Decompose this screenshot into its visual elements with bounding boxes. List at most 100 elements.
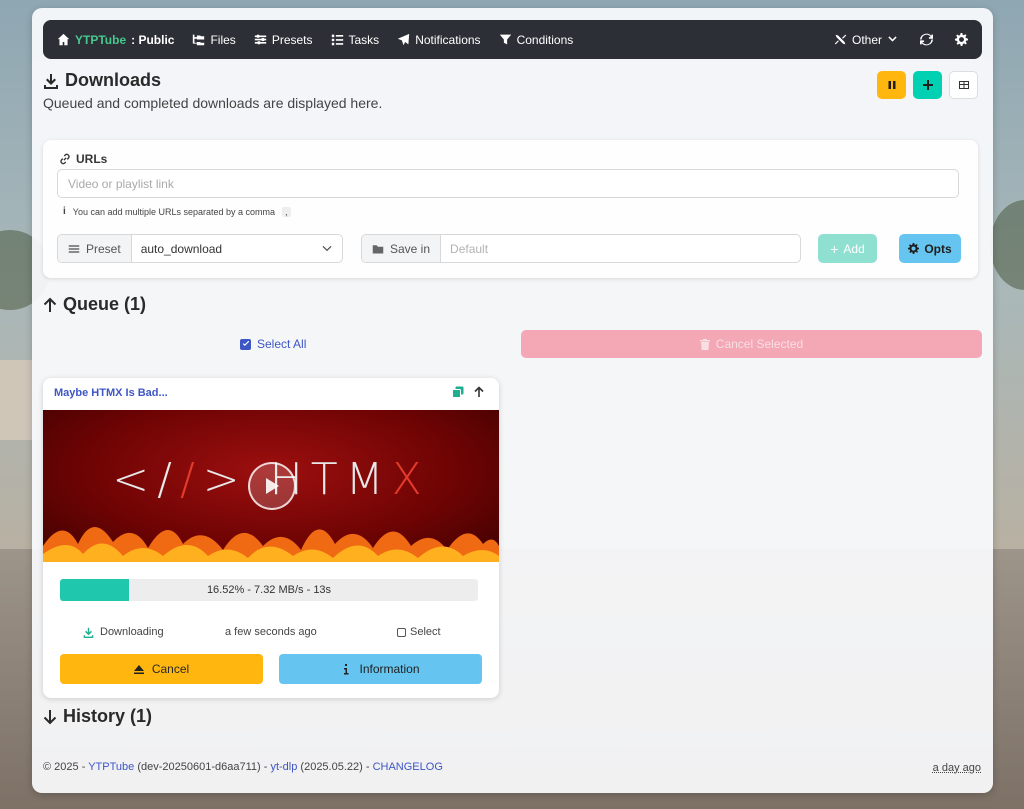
information-button[interactable]: Information xyxy=(279,654,482,684)
progress-text: 16.52% - 7.32 MB/s - 13s xyxy=(206,584,332,596)
nav-brand[interactable]: YTPTube : Public xyxy=(57,33,174,47)
arrow-down-icon xyxy=(43,709,57,724)
thumb-text-part: > xyxy=(202,454,248,505)
background-building xyxy=(0,360,32,440)
footer-ytdlp-version: (2025.05.22) - xyxy=(297,761,373,773)
item-status: Downloading xyxy=(83,626,164,638)
nav-item-files[interactable]: Files xyxy=(192,32,236,47)
nav-item-label: Other xyxy=(851,32,882,47)
arrow-up-icon xyxy=(43,297,57,312)
footer-ytdlp-link[interactable]: yt-dlp xyxy=(270,761,297,773)
preset-label: Preset xyxy=(58,235,132,262)
cancel-button-label: Cancel xyxy=(151,662,190,676)
url-hint-text: You can add multiple URLs separated by a… xyxy=(72,206,276,217)
info-icon: i xyxy=(63,206,66,217)
information-button-label: Information xyxy=(359,662,420,676)
item-thumbnail[interactable]: <//> HTMX xyxy=(43,410,499,562)
pause-button[interactable] xyxy=(877,71,906,99)
header-actions xyxy=(877,71,978,99)
history-title[interactable]: History (1) xyxy=(43,706,152,727)
play-icon xyxy=(266,478,279,494)
nav-item-notifications[interactable]: Notifications xyxy=(397,32,481,47)
chevron-down-icon xyxy=(888,36,897,42)
queue-item: Maybe HTMX Is Bad... <//> HTMX 16.52% - … xyxy=(43,378,499,698)
copy-icon[interactable] xyxy=(452,386,464,398)
settings-button[interactable] xyxy=(955,33,968,46)
plus-icon: + xyxy=(830,240,839,257)
nav-item-label: Tasks xyxy=(348,32,380,47)
filter-icon xyxy=(499,34,511,45)
view-toggle-button[interactable] xyxy=(949,71,978,99)
save-in-label: Save in xyxy=(362,235,442,262)
sliders-icon xyxy=(68,244,80,253)
item-title[interactable]: Maybe HTMX Is Bad... xyxy=(54,387,168,399)
download-icon xyxy=(83,627,94,638)
save-in-input[interactable]: Default xyxy=(441,235,800,262)
page-subtitle: Queued and completed downloads are displ… xyxy=(43,95,383,111)
folder-tree-icon xyxy=(193,34,205,46)
gear-icon xyxy=(955,33,968,46)
add-button-label: Add xyxy=(843,241,865,256)
history-title-text: History (1) xyxy=(63,706,153,726)
reload-button[interactable] xyxy=(920,33,933,46)
sync-icon xyxy=(920,33,933,46)
eject-icon xyxy=(133,664,144,674)
urls-label: URLs xyxy=(59,152,107,166)
list-check-icon xyxy=(331,34,343,46)
trash-icon xyxy=(699,338,710,350)
footer: © 2025 - YTPTube (dev-20250601-d6aa711) … xyxy=(43,761,443,773)
item-select-checkbox[interactable]: Select xyxy=(397,626,441,638)
thumb-text-part: </ xyxy=(112,454,180,505)
nav-item-other[interactable]: Other xyxy=(834,33,898,47)
navbar: YTPTube : Public Files Presets Tasks Not… xyxy=(43,20,982,59)
url-hint: i You can add multiple URLs separated by… xyxy=(63,206,291,217)
select-all-label: Select All xyxy=(257,337,307,351)
save-in-placeholder: Default xyxy=(450,241,489,256)
item-actions xyxy=(452,386,485,398)
folder-icon xyxy=(372,244,384,253)
checkbox-icon[interactable] xyxy=(397,627,406,637)
save-in-field[interactable]: Save in Default xyxy=(361,234,801,263)
add-form-toggle-button[interactable] xyxy=(913,71,942,99)
paper-plane-icon xyxy=(398,33,410,46)
nav-item-label: Notifications xyxy=(415,32,481,47)
queue-title-text: Queue (1) xyxy=(63,294,147,314)
nav-item-conditions[interactable]: Conditions xyxy=(499,32,574,47)
nav-item-presets[interactable]: Presets xyxy=(254,33,313,47)
add-button[interactable]: + Add xyxy=(818,234,877,263)
info-icon xyxy=(344,663,349,674)
footer-copyright: © 2025 - xyxy=(43,761,89,773)
urls-label-text: URLs xyxy=(76,152,108,166)
pause-icon xyxy=(888,81,895,89)
page-title-text: Downloads xyxy=(65,70,162,90)
home-icon xyxy=(57,33,70,46)
footer-app-link[interactable]: YTPTube xyxy=(88,761,134,773)
play-button[interactable] xyxy=(248,462,296,510)
footer-changelog-link[interactable]: CHANGELOG xyxy=(373,761,443,773)
select-label: Select xyxy=(410,626,441,638)
opts-button[interactable]: Opts xyxy=(899,234,961,263)
nav-item-label: Files xyxy=(210,32,236,47)
nav-item-tasks[interactable]: Tasks xyxy=(331,32,380,47)
nav-right: Other xyxy=(812,33,968,47)
chevron-down-icon xyxy=(322,245,332,251)
time-text: a few seconds ago xyxy=(225,626,317,638)
plus-icon xyxy=(922,80,933,90)
opts-button-label: Opts xyxy=(924,241,952,256)
preset-value[interactable]: auto_download xyxy=(132,235,342,262)
brand-name: YTPTube xyxy=(75,32,127,47)
arrow-up-icon[interactable] xyxy=(473,386,485,398)
queue-title[interactable]: Queue (1) xyxy=(43,294,146,315)
preset-select[interactable]: Preset auto_download xyxy=(57,234,343,263)
url-input[interactable] xyxy=(57,169,959,198)
nav-item-label: Presets xyxy=(271,32,313,47)
preset-label-text: Preset xyxy=(86,241,121,256)
nav-item-label: Conditions xyxy=(516,32,574,47)
footer-updated: a day ago xyxy=(932,762,981,774)
cancel-selected-button[interactable]: Cancel Selected xyxy=(521,330,982,358)
table-icon xyxy=(958,81,969,89)
link-icon xyxy=(60,153,70,165)
select-all-button[interactable]: Select All xyxy=(240,337,306,351)
cancel-button[interactable]: Cancel xyxy=(60,654,263,684)
thumb-slash: / xyxy=(179,454,203,505)
